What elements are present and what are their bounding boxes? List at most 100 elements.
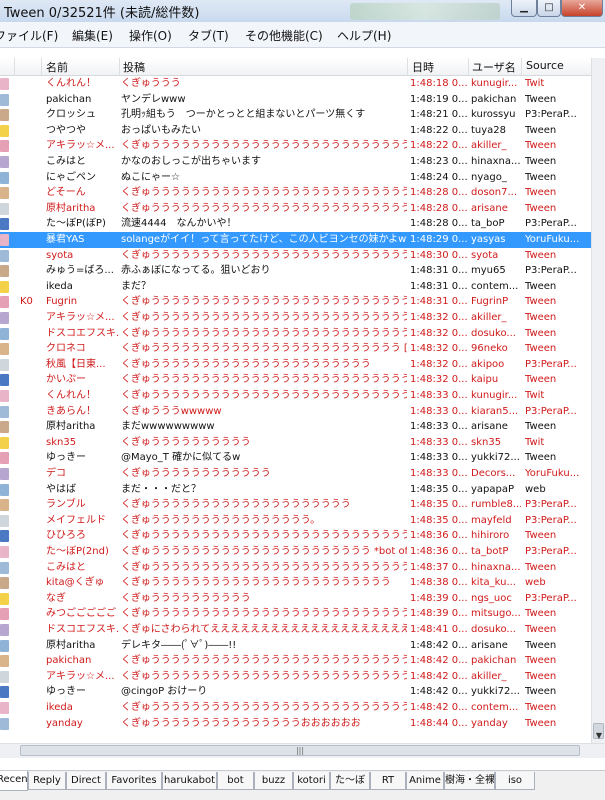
table-row[interactable]: くんれん！ くぎゅううう 1:48:18 0... kunugir... Twit [0,76,591,92]
column-header-post[interactable]: 投稿 [123,59,145,75]
close-button[interactable]: ✕ [561,0,603,17]
vertical-scrollbar[interactable]: ▼ [591,58,605,743]
column-header-source[interactable]: Source [526,59,564,72]
menu-edit[interactable]: 編集(E) [72,27,113,44]
table-row[interactable]: アキラッ☆メ... くぎゅうううううううううううううううううううううううううううう… [0,669,591,685]
menu-file[interactable]: ファイル(F) [0,27,58,44]
table-row[interactable]: 秋風【日東... くぎゅうううううううううううううううううううううう 1:48:32… [0,357,591,373]
menu-tab[interactable]: タブ(T) [188,27,229,44]
tab-6[interactable]: buzz [254,772,293,790]
table-row[interactable]: syota くぎゅうううううううううううううううううううううううううううううううう… [0,248,591,264]
table-row[interactable]: クロネコ くぎゅううううううううううううううううううううううううう [Twn] 1:… [0,341,591,357]
row-post: くぎゅうううううううううううううううううううううう [121,358,371,370]
header-separator[interactable] [14,58,15,75]
tab-5[interactable]: bot [217,772,254,790]
table-row[interactable]: た〜ぼP(ぼP) 流速4444 なんかいや！ 1:48:28 0... ta_boP P… [0,216,591,232]
header-separator[interactable] [407,58,408,75]
row-source: Tween [525,280,557,292]
header-separator[interactable] [119,58,120,75]
column-header-time[interactable]: 日時 [412,59,434,75]
table-row[interactable]: ドスコエフスキ... くぎゅにさわられてえええええええええええええええええええええ… [0,622,591,638]
table-row[interactable]: メイフェルド くぎゅうううううううううううううううう。 1:48:35 0... ma… [0,513,591,529]
table-row[interactable]: kita@くぎゅ くぎゅうううううううううううううううううううううううう 1:48:… [0,575,591,591]
app-window: Tween 0/32521件 (未読/総件数) ▁ □ ✕ ファイル(F) 編集… [0,0,605,800]
tab-3[interactable]: Favorites [106,772,162,790]
table-row[interactable]: ゆっきー @Mayo_T 確かに似てるw 1:48:33 0... yukki72..… [0,450,591,466]
table-row[interactable]: pakichan くぎゅううううううううううううううううううううううううううううう… [0,653,591,669]
table-row[interactable]: みゅう=ばろ... 赤ふぁぼになってる。狙いどおり 1:48:31 0... myu6… [0,263,591,279]
header-separator[interactable] [468,58,469,75]
row-source: Tween [525,686,557,698]
table-row[interactable]: ゆっきー @cingoP おけーり 1:48:42 0... yukki72... Tw… [0,684,591,700]
table-row[interactable]: アキラッ☆メ... くぎゅうううううううううううううううううううううううううううう… [0,310,591,326]
row-name: デコ [46,468,66,479]
tab-11[interactable]: 樹海・全裸 [444,772,495,790]
table-row[interactable]: 原村aritha デレキタ――(ﾟ∀ﾟ)――!! 1:48:42 0... arisa… [0,638,591,654]
row-source: P3:PeraP... [525,109,577,121]
table-row[interactable]: クロッシュ 孔明ｯ組もう つーかとっとと組まないとパーツ無くす 1:48:21 0.… [0,107,591,123]
title-bar[interactable]: Tween 0/32521件 (未読/総件数) ▁ □ ✕ [0,0,605,23]
table-row[interactable]: つやつや おっぱいもみたい 1:48:22 0... tuya28 Tween [0,123,591,139]
table-row[interactable]: くんれん！ くぎゅうううううううううううううううううううううううううううう 1:48… [0,388,591,404]
horizontal-scrollbar[interactable]: ||| [0,743,605,758]
table-row[interactable]: みつごごごごご くぎゅうううううううううううううううううううううううううううう 1:… [0,606,591,622]
avatar [0,109,9,122]
table-row[interactable]: ひひろろ くぎゅうううううううううううううううううううううううううううううううう.… [0,528,591,544]
menu-operation[interactable]: 操作(O) [129,27,172,44]
row-source: Twit [525,390,545,401]
horizontal-scroll-thumb[interactable]: ||| [20,745,580,756]
row-name: ドスコエフスキ... [46,624,120,635]
column-header-name[interactable]: 名前 [46,59,68,75]
tab-10[interactable]: Anime [406,772,444,790]
tab-8[interactable]: た〜ぼ [330,772,370,790]
table-row[interactable]: ikeda くぎゅうううううううううううううううううううううううううううううううう… [0,700,591,716]
table-row[interactable]: 原村aritha くぎゅううううううううううううううううううううううううううううう… [0,201,591,217]
tab-1[interactable]: Reply [28,772,66,790]
table-row[interactable]: なぎ くぎゅうううううううううう 1:48:39 0... ngs_uoc P3:Per… [0,591,591,607]
table-row[interactable]: 暴君YAS solangeがイイ！って言ってたけど、この人ビヨンセの妹かよwww.… [0,232,591,248]
table-row[interactable]: ランブル くぎゅうううううううううううううううううううう 1:48:35 0... r… [0,497,591,513]
table-row[interactable]: た〜ぼP(2nd) くぎゅうううううううううううううううううううううう *bot … [0,544,591,560]
tab-12[interactable]: iso [495,772,535,790]
header-separator[interactable] [521,58,522,75]
table-row[interactable]: やはば まだ・・・だと？ 1:48:35 0... yapapaP web [0,482,591,498]
avatar [0,202,9,215]
tab-9[interactable]: RT [370,772,406,790]
tab-7[interactable]: kotori [293,772,330,790]
scroll-down-button[interactable]: ▼ [592,729,605,743]
table-row[interactable]: pakichan ヤンデレwww 1:48:19 0... pakichan Tween [0,92,591,108]
row-source: P3:PeraP... [525,514,577,526]
table-row[interactable]: デコ くぎゅうううううううううううう 1:48:33 0... Decors... Yo… [0,466,591,482]
row-time: 1:48:39 0... [410,608,468,620]
row-time: 1:48:32 0... [410,312,468,323]
table-row[interactable]: こみはと くぎゅうううううううううううううううううううううううううううううう1:4… [0,560,591,576]
table-row[interactable]: K0 Fugrin くぎゅうううううううううううううううううううううううううう【アイ… [0,294,591,310]
table-row[interactable]: ikeda まだ？ 1:48:31 0... contem... Tween [0,279,591,295]
table-row[interactable]: きあらん！ くぎゅうううwwwww 1:48:33 0... kiaran5... P3… [0,404,591,420]
row-post: おっぱいもみたい [121,124,201,136]
avatar [0,343,9,356]
table-row[interactable]: どそーん くぎゅううううううううううううううううううううううううううううううう..… [0,185,591,201]
header-separator[interactable] [41,58,42,75]
maximize-button[interactable]: □ [537,0,561,17]
table-row[interactable]: skn35 くぎゅうううううううううう 1:48:33 0... skn35 Twit [0,435,591,451]
column-header-user[interactable]: ユーザ名 [472,59,516,75]
table-row[interactable]: かいぷー くぎゅうううううううううううううううううううううううううううううううう.… [0,372,591,388]
tab-0[interactable]: Recent [0,771,28,791]
tab-2[interactable]: Direct [66,772,106,790]
row-source: Tween [525,187,557,199]
menu-help[interactable]: ヘルプ(H) [337,27,391,44]
table-row[interactable]: ドスコエフスキ...くぎゅううううううううううううううううううううううううううう… [0,326,591,342]
row-user: rumble8... [471,499,521,511]
minimize-button[interactable]: ▁ [511,0,537,17]
table-row[interactable]: yanday くぎゅうううううううううううううううおおおおおお 1:48:44 0.… [0,716,591,732]
table-row[interactable]: アキラッ☆メ... くぎゅうううううううううううううううううううううううううううう… [0,138,591,154]
row-post: くぎゅうううううううううううううううううううううううう [121,577,391,589]
tab-4[interactable]: harukabot [162,772,217,790]
table-row[interactable]: こみはと かなのおしっこが出ちゃいます 1:48:23 0... hinaxna...… [0,154,591,170]
table-row[interactable]: にゃごペン ぬこにゃー☆ 1:48:24 0... nyago_ Tween [0,170,591,186]
row-time: 1:48:28 0... [410,187,468,199]
table-row[interactable]: 原村aritha まだwwwwwwwww 1:48:33 0... arisane Tw… [0,419,591,435]
row-post: 孔明ｯ組もう つーかとっとと組まないとパーツ無くす [121,109,366,121]
menu-other-functions[interactable]: その他機能(C) [245,27,323,44]
